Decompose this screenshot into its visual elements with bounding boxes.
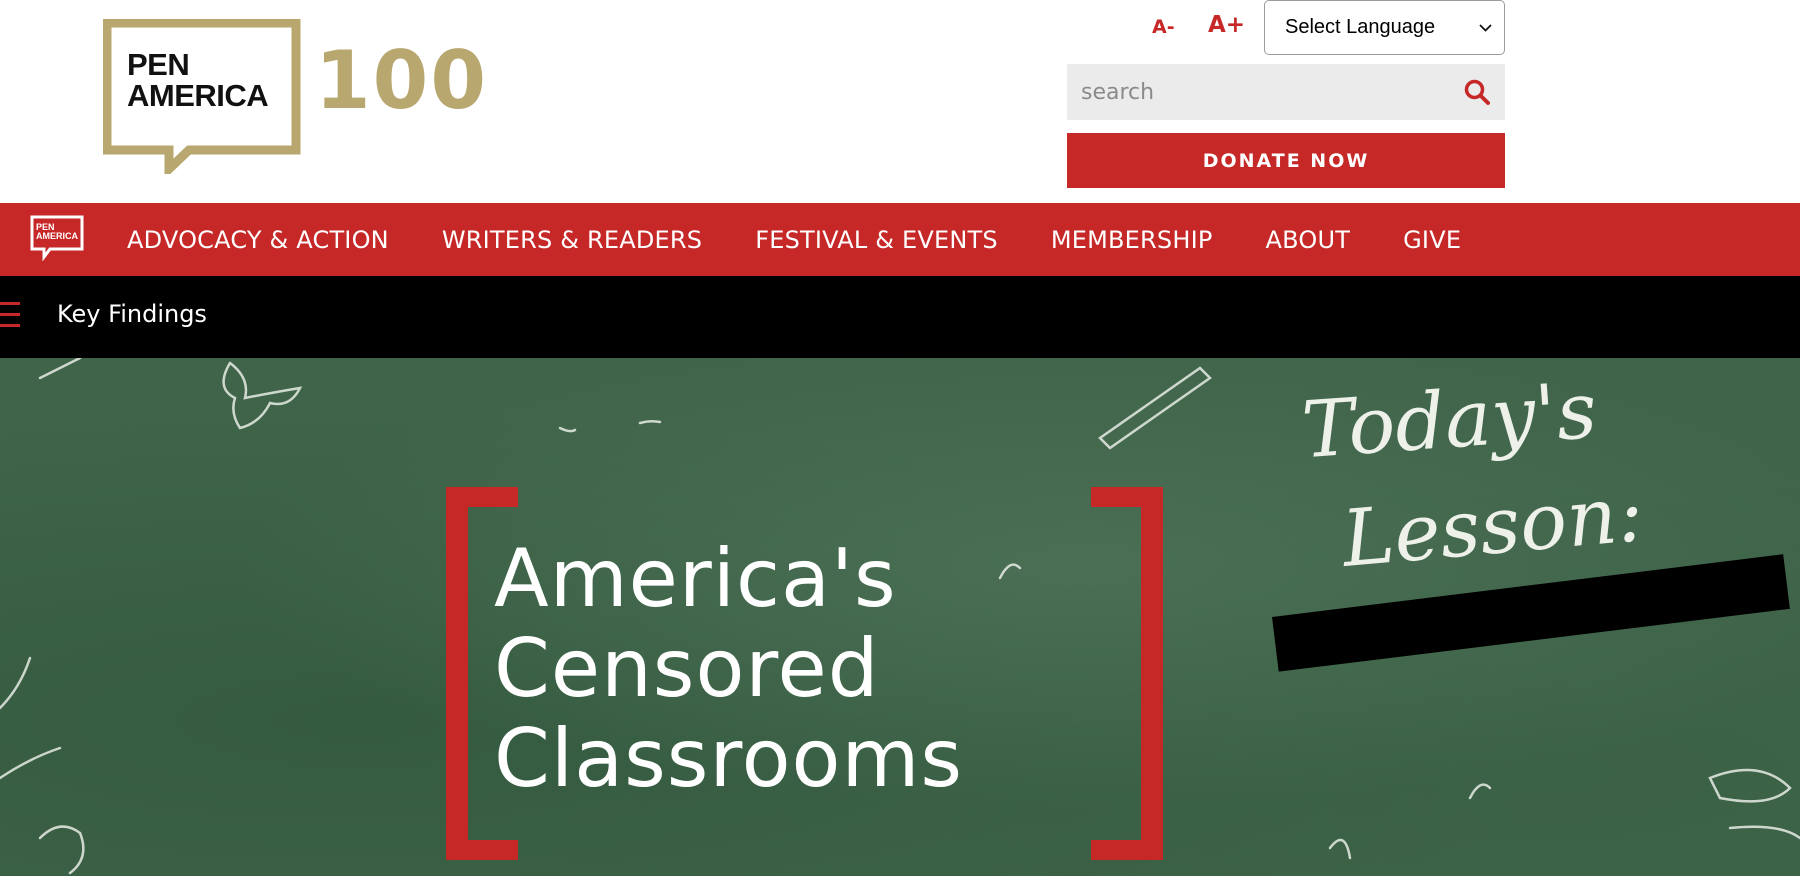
search-icon [1464, 79, 1490, 105]
logo-line-pen: PEN [127, 47, 190, 82]
main-navigation: PEN AMERICA ADVOCACY & ACTION WRITERS & … [0, 203, 1800, 276]
nav-item-advocacy-action[interactable]: ADVOCACY & ACTION [127, 226, 389, 254]
nav-item-membership[interactable]: MEMBERSHIP [1051, 226, 1213, 254]
search-button[interactable] [1457, 72, 1497, 112]
nav-item-about[interactable]: ABOUT [1266, 226, 1351, 254]
logo-line-america: AMERICA [127, 78, 269, 113]
hero-title-line-1: America's [494, 532, 897, 625]
site-header: PEN AMERICA 100 A- A+ Select Language DO… [0, 0, 1800, 203]
nav-menu: ADVOCACY & ACTION WRITERS & READERS FEST… [127, 203, 1514, 276]
hero-bracket-right [1091, 487, 1163, 860]
hero-title-line-3: Classrooms [494, 712, 964, 805]
nav-home-logo[interactable]: PEN AMERICA [30, 215, 84, 261]
logo-100: 100 [315, 34, 488, 127]
hero-banner: America's Censored Classrooms Today's Le… [0, 358, 1800, 876]
hero-title: America's Censored Classrooms [494, 534, 963, 804]
chevron-down-icon [1479, 24, 1492, 32]
language-select-value: Select Language [1285, 16, 1436, 38]
search-box [1067, 64, 1505, 120]
nav-item-writers-readers[interactable]: WRITERS & READERS [442, 226, 702, 254]
nav-logo-line-america: AMERICA [36, 231, 78, 241]
section-subnav: Key Findings [0, 276, 1800, 358]
pen-america-100-logo[interactable]: PEN AMERICA 100 [103, 19, 486, 174]
donate-now-button[interactable]: DONATE NOW [1067, 133, 1505, 188]
nav-item-give[interactable]: GIVE [1403, 226, 1461, 254]
nav-item-festival-events[interactable]: FESTIVAL & EVENTS [755, 226, 998, 254]
key-findings-link[interactable]: Key Findings [57, 300, 207, 328]
logo-wordmark: PEN AMERICA [127, 47, 269, 113]
chalk-text-todays: Today's [1299, 365, 1600, 477]
font-increase-button[interactable]: A+ [1208, 12, 1245, 38]
language-select[interactable]: Select Language [1264, 0, 1505, 55]
chalk-text-lesson: Lesson: [1338, 469, 1647, 585]
nav-logo-text: PEN AMERICA [36, 223, 78, 241]
font-decrease-button[interactable]: A- [1152, 16, 1175, 38]
search-input[interactable] [1081, 64, 1441, 120]
hero-title-line-2: Censored [494, 622, 880, 715]
hamburger-menu-icon[interactable] [0, 302, 22, 332]
